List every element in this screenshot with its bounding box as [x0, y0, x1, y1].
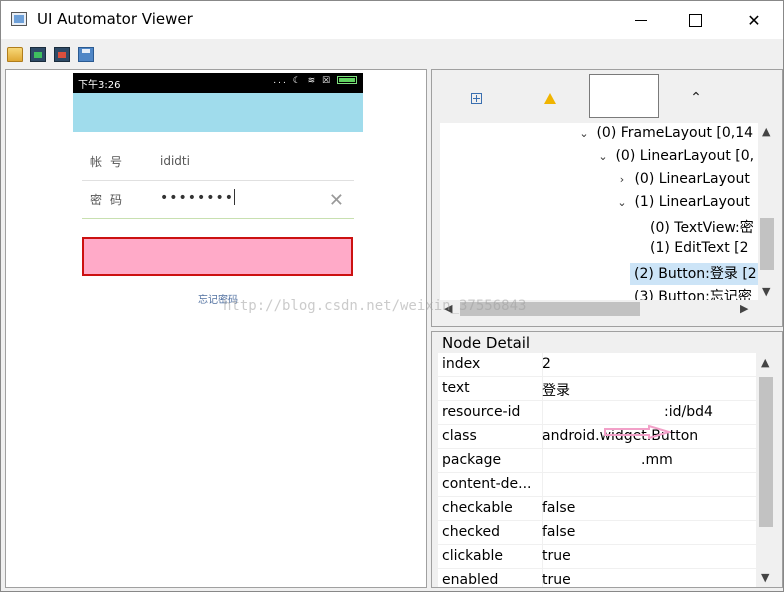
tree-node[interactable]: ⌄ (1) LinearLayout	[614, 194, 750, 216]
save-icon[interactable]	[78, 47, 94, 62]
status-icons: ... ☾ ≋ ☒	[273, 76, 357, 86]
property-value[interactable]: :id/bd4	[664, 404, 754, 420]
scroll-up-icon[interactable]: ▲	[762, 125, 770, 138]
chevron-down-icon[interactable]: ⌄	[595, 150, 611, 163]
account-label: 帐号	[90, 155, 131, 169]
property-value[interactable]: false	[542, 524, 754, 540]
device-screen[interactable]: 下午3:26 ... ☾ ≋ ☒ 帐号 ididti 密码 •••••••• ✕…	[73, 73, 363, 587]
status-time: 下午3:26	[78, 80, 121, 91]
text-caret	[234, 189, 236, 205]
annotation-arrow-icon	[604, 425, 671, 439]
scroll-down-icon[interactable]: ▼	[762, 285, 770, 298]
expand-all-icon[interactable]	[466, 88, 486, 108]
device-screenshot-icon[interactable]	[30, 47, 46, 62]
chevron-up-icon[interactable]: ⌃	[686, 88, 706, 108]
tree-node[interactable]: › (0) LinearLayout	[614, 171, 750, 193]
property-value[interactable]: false	[542, 500, 754, 516]
property-value[interactable]: 登录	[542, 380, 754, 400]
device-status-bar: 下午3:26 ... ☾ ≋ ☒	[73, 73, 363, 93]
tree-node-label: (3) Button:忘记密	[634, 289, 752, 300]
password-label: 密码	[90, 193, 131, 207]
property-key: package	[442, 452, 502, 468]
property-key: clickable	[442, 548, 504, 564]
table-row[interactable]: index 2	[438, 353, 756, 377]
app-window: UI Automator Viewer ✕ 下午3:26 ... ☾ ≋ ☒ 帐…	[0, 0, 784, 592]
property-key: resource-id	[442, 404, 521, 420]
tree-node[interactable]: ⌄ (0) LinearLayout [0,	[595, 148, 754, 170]
tree-vertical-scrollbar[interactable]: ▲ ▼	[758, 123, 776, 300]
table-row[interactable]: content-de...	[438, 473, 756, 497]
password-value[interactable]: ••••••••	[160, 189, 236, 206]
scroll-thumb[interactable]	[760, 218, 774, 270]
hierarchy-tree[interactable]: ⌄ (0) FrameLayout [0,14 ⌄ (0) LinearLayo…	[440, 123, 760, 300]
warning-icon[interactable]	[540, 88, 560, 108]
close-button[interactable]: ✕	[731, 1, 777, 39]
clear-icon[interactable]: ✕	[329, 190, 344, 211]
table-row[interactable]: package .mm	[438, 449, 756, 473]
window-title: UI Automator Viewer	[37, 10, 193, 28]
table-row[interactable]: class android.widget.Button	[438, 425, 756, 449]
property-value[interactable]: true	[542, 572, 754, 587]
tree-node-label: (0) FrameLayout [0,14	[596, 125, 754, 141]
property-key: index	[442, 356, 481, 372]
device-screenshot-panel[interactable]: 下午3:26 ... ☾ ≋ ☒ 帐号 ididti 密码 •••••••• ✕…	[5, 69, 427, 588]
password-dots: ••••••••	[160, 190, 235, 206]
account-row[interactable]: 帐号 ididti	[82, 143, 354, 181]
chevron-down-icon[interactable]: ⌄	[614, 196, 630, 209]
account-value[interactable]: ididti	[160, 154, 190, 168]
hierarchy-panel: ⌃ ⌄ (0) FrameLayout [0,14 ⌄ (0) LinearLa…	[431, 69, 783, 327]
property-key: class	[442, 428, 477, 444]
device-app-bar	[73, 93, 363, 132]
table-row[interactable]: enabled true	[438, 569, 756, 587]
property-key: checkable	[442, 500, 513, 516]
chevron-down-icon[interactable]: ⌄	[576, 127, 592, 140]
table-row[interactable]: checkable false	[438, 497, 756, 521]
property-key: text	[442, 380, 470, 396]
scroll-right-icon[interactable]: ▶	[740, 302, 748, 315]
scroll-up-icon[interactable]: ▲	[761, 356, 769, 369]
table-row[interactable]: checked false	[438, 521, 756, 545]
app-icon	[11, 12, 27, 26]
login-button-highlight[interactable]	[82, 237, 353, 276]
battery-icon	[337, 76, 357, 84]
scroll-thumb[interactable]	[759, 377, 773, 527]
property-value[interactable]: true	[542, 548, 754, 564]
node-detail-title: Node Detail	[442, 334, 531, 352]
tree-node[interactable]: (0) TextView:密	[650, 217, 754, 239]
device-screenshot-compressed-icon[interactable]	[54, 47, 70, 62]
tree-node-label: (0) LinearLayout	[634, 171, 750, 187]
minimize-button[interactable]	[618, 1, 664, 39]
tree-node-label: (0) TextView:密	[650, 220, 754, 236]
tree-node-label: (1) LinearLayout	[634, 194, 750, 210]
node-detail-panel: Node Detail index 2 text 登录 resource-id :id…	[431, 331, 783, 588]
table-row[interactable]: resource-id :id/bd4	[438, 401, 756, 425]
tree-node[interactable]: ⌄ (0) FrameLayout [0,14	[576, 125, 753, 147]
status-icons-text: ... ☾ ≋ ☒	[273, 76, 333, 86]
property-key: enabled	[442, 572, 499, 587]
node-detail-table[interactable]: index 2 text 登录 resource-id :id/bd4 class an…	[438, 353, 756, 587]
property-key: checked	[442, 524, 500, 540]
tree-node-selected[interactable]: (2) Button:登录 [2	[630, 263, 760, 285]
filter-box[interactable]	[589, 74, 659, 118]
maximize-button[interactable]	[672, 1, 718, 39]
property-value[interactable]: .mm	[641, 452, 751, 468]
detail-vertical-scrollbar[interactable]: ▲ ▼	[757, 353, 775, 587]
tree-node-label: (2) Button:登录 [2	[634, 266, 757, 282]
tree-node[interactable]: (3) Button:忘记密	[634, 286, 752, 300]
toolbar	[1, 40, 783, 68]
property-key: content-de...	[442, 476, 532, 492]
tree-node-label: (0) LinearLayout [0,	[615, 148, 755, 164]
scroll-down-icon[interactable]: ▼	[761, 571, 769, 584]
property-value[interactable]: 2	[542, 356, 754, 372]
table-row[interactable]: text 登录	[438, 377, 756, 401]
chevron-right-icon[interactable]: ›	[614, 173, 630, 186]
password-row[interactable]: 密码 •••••••• ✕	[82, 181, 354, 219]
table-row[interactable]: clickable true	[438, 545, 756, 569]
tree-node[interactable]: (1) EditText [2	[650, 240, 749, 262]
tree-node-label: (1) EditText [2	[650, 240, 749, 256]
watermark: http://blog.csdn.net/weixin_37556843	[223, 298, 527, 314]
open-folder-icon[interactable]	[7, 47, 23, 62]
title-bar: UI Automator Viewer ✕	[1, 1, 783, 39]
